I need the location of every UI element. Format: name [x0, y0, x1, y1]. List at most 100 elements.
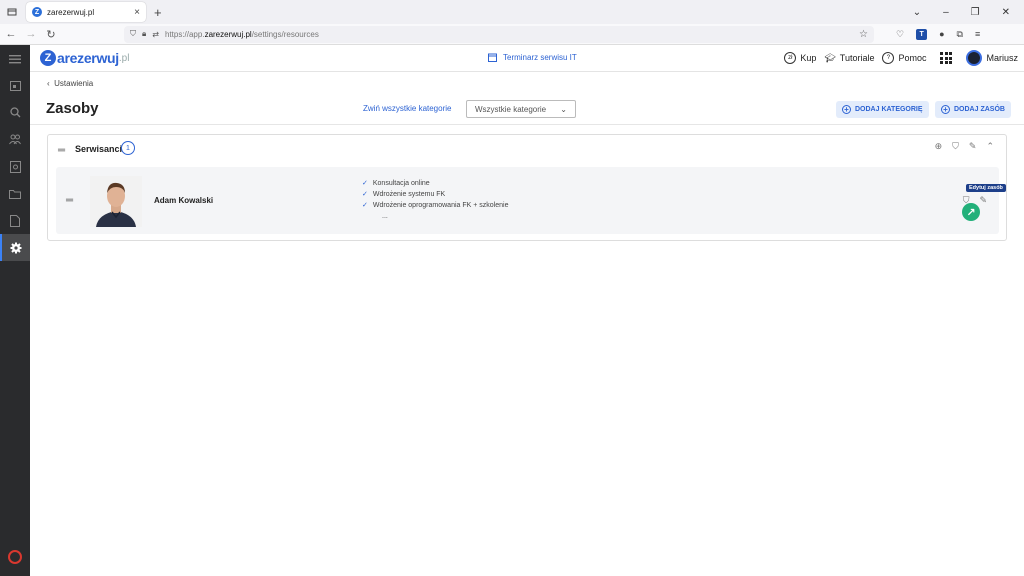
calendar-icon [9, 81, 21, 91]
puzzle-icon[interactable]: ⧉ [957, 29, 963, 40]
category-filter-select[interactable]: Wszystkie kategorie ⌄ [466, 100, 576, 118]
avatar [966, 50, 983, 66]
bookmark-star-icon[interactable]: ☆ [859, 29, 868, 40]
chevron-left-icon: ‹ [47, 79, 50, 88]
url-text: https://app.zarezerwuj.pl/settings/resou… [164, 29, 319, 39]
sidebar-item-calendar[interactable] [0, 72, 30, 99]
list-item: ✓ Wdrożenie oprogramowania FK + szkolenie [362, 202, 509, 209]
help-button[interactable]: ? Pomoc [882, 52, 926, 64]
browser-toolbar-right: ♡ T ● ⧉ ≡ [896, 28, 980, 40]
buy-label: Kup [800, 53, 817, 63]
forward-arrow-icon[interactable]: → [22, 28, 40, 40]
header-actions: zł Kup 🎓︎ Tutoriale ? Pomoc Mariusz [784, 50, 1024, 66]
add-category-label: DODAJ KATEGORIĘ [855, 106, 923, 113]
sidebar-item-clients[interactable] [0, 126, 30, 153]
add-category-button[interactable]: + DODAJ KATEGORIĘ [836, 101, 929, 118]
tab-list-icon[interactable] [2, 2, 22, 22]
extension-icon[interactable]: T [916, 28, 928, 40]
category-count-badge: 1 [121, 141, 135, 155]
receipt-icon [9, 160, 21, 173]
resource-row[interactable]: ═ Adam Kowalski ✓ Konsultacja online ✓ Wdr… [56, 167, 999, 234]
graduation-cap-icon: 🎓︎ [824, 52, 836, 63]
schedule-link-label: Terminarz serwisu IT [503, 53, 577, 62]
hamburger-icon [9, 54, 21, 63]
close-window-icon[interactable]: ✕ [1002, 7, 1010, 18]
browser-tab-bar: Z zarezerwuj.pl × + ⌄ – ❐ ✕ [0, 0, 1024, 24]
cursor-arrow-icon: ↗ [962, 203, 980, 221]
category-card: ═ Serwisanci 1 ⊕ ⛉ ✎ ⌃ ═ Adam Kowalski ✓… [47, 134, 1007, 241]
sidebar-item-search[interactable] [0, 99, 30, 126]
restore-icon[interactable]: ❐ [971, 7, 980, 18]
help-label: Pomoc [898, 53, 927, 63]
check-icon: ✓ [362, 202, 368, 209]
breadcrumb-label: Ustawienia [54, 79, 94, 88]
users-icon [9, 134, 21, 145]
search-icon [9, 107, 20, 118]
app-sidebar [0, 45, 30, 576]
folder-icon [9, 189, 21, 199]
add-resource-label: DODAJ ZASÓB [954, 106, 1005, 113]
sidebar-menu-toggle[interactable] [0, 45, 30, 72]
app-logo[interactable]: Z arezerwuj .pl [40, 50, 129, 66]
calendar-icon [488, 53, 497, 62]
coin-icon: zł [784, 52, 797, 64]
chevron-down-icon[interactable]: ⌄ [913, 7, 921, 18]
breadcrumb[interactable]: ‹ Ustawienia [47, 79, 93, 88]
category-name: Serwisanci [75, 144, 123, 154]
menu-icon[interactable]: ≡ [975, 29, 980, 39]
address-bar[interactable]: ⛉ 🔒︎ ⇄ https://app.zarezerwuj.pl/setting… [124, 25, 874, 43]
minimize-icon[interactable]: – [943, 7, 949, 18]
edit-resource-tooltip: Edytuj zasób [966, 184, 1006, 192]
sidebar-item-payments[interactable] [0, 153, 30, 180]
drag-handle-icon[interactable]: ═ [66, 195, 73, 206]
buy-button[interactable]: zł Kup [784, 52, 816, 64]
page-title: Zasoby [46, 100, 99, 117]
sidebar-item-settings[interactable] [0, 234, 30, 261]
bookmark-icon[interactable]: ⛉ [952, 141, 959, 152]
browser-tab[interactable]: Z zarezerwuj.pl × [26, 2, 146, 22]
tutorials-label: Tutoriale [839, 53, 875, 63]
logo-text: arezerwuj [57, 50, 119, 66]
sidebar-item-files[interactable] [0, 180, 30, 207]
power-icon[interactable] [8, 550, 22, 564]
sidebar-item-documents[interactable] [0, 207, 30, 234]
pencil-icon[interactable]: ✎ [979, 195, 987, 206]
pocket-icon[interactable]: ♡ [896, 29, 904, 40]
gear-icon [10, 242, 22, 253]
shield-icon[interactable]: ⛉ [130, 29, 136, 39]
apps-grid-icon[interactable] [940, 52, 953, 64]
divider [30, 124, 1024, 125]
close-tab-icon[interactable]: × [134, 7, 140, 18]
window-controls: ⌄ – ❐ ✕ [913, 7, 1024, 18]
favicon-icon: Z [32, 7, 42, 17]
extension-dots-icon[interactable]: ● [939, 29, 944, 39]
pencil-icon[interactable]: ✎ [969, 141, 977, 152]
add-circle-icon[interactable]: ⊕ [935, 141, 943, 152]
chevron-down-icon: ⌄ [560, 104, 567, 114]
add-resource-button[interactable]: + DODAJ ZASÓB [935, 101, 1011, 118]
category-actions: ⊕ ⛉ ✎ ⌃ [935, 141, 994, 152]
schedule-link[interactable]: Terminarz serwisu IT [488, 53, 577, 62]
reload-icon[interactable]: ↻ [42, 28, 60, 41]
collapse-all-link[interactable]: Zwiń wszystkie kategorie [363, 104, 451, 113]
user-menu[interactable]: Mariusz [966, 50, 1018, 66]
new-tab-button[interactable]: + [154, 5, 162, 20]
user-name: Mariusz [986, 53, 1018, 63]
back-arrow-icon[interactable]: ← [2, 28, 20, 40]
tab-title: zarezerwuj.pl [47, 7, 95, 17]
tutorials-button[interactable]: 🎓︎ Tutoriale [824, 53, 874, 64]
list-item: ✓ Konsultacja online [362, 180, 430, 187]
permissions-icon[interactable]: ⇄ [152, 30, 159, 39]
app-header: Z arezerwuj .pl Terminarz serwisu IT zł … [30, 45, 1024, 72]
help-icon: ? [882, 52, 895, 64]
browser-nav-bar: ← → ↻ ⛉ 🔒︎ ⇄ https://app.zarezerwuj.pl/s… [0, 24, 1024, 45]
logo-mark: Z [40, 50, 56, 66]
resource-name: Adam Kowalski [154, 196, 214, 205]
lock-icon[interactable]: 🔒︎ [142, 29, 146, 39]
chevron-up-icon[interactable]: ⌃ [986, 141, 994, 152]
plus-circle-icon: + [941, 105, 950, 114]
list-item: ✓ Wdrożenie systemu FK [362, 191, 446, 198]
plus-circle-icon: + [842, 105, 851, 114]
check-icon: ✓ [362, 191, 368, 198]
drag-handle-icon[interactable]: ═ [58, 145, 65, 156]
